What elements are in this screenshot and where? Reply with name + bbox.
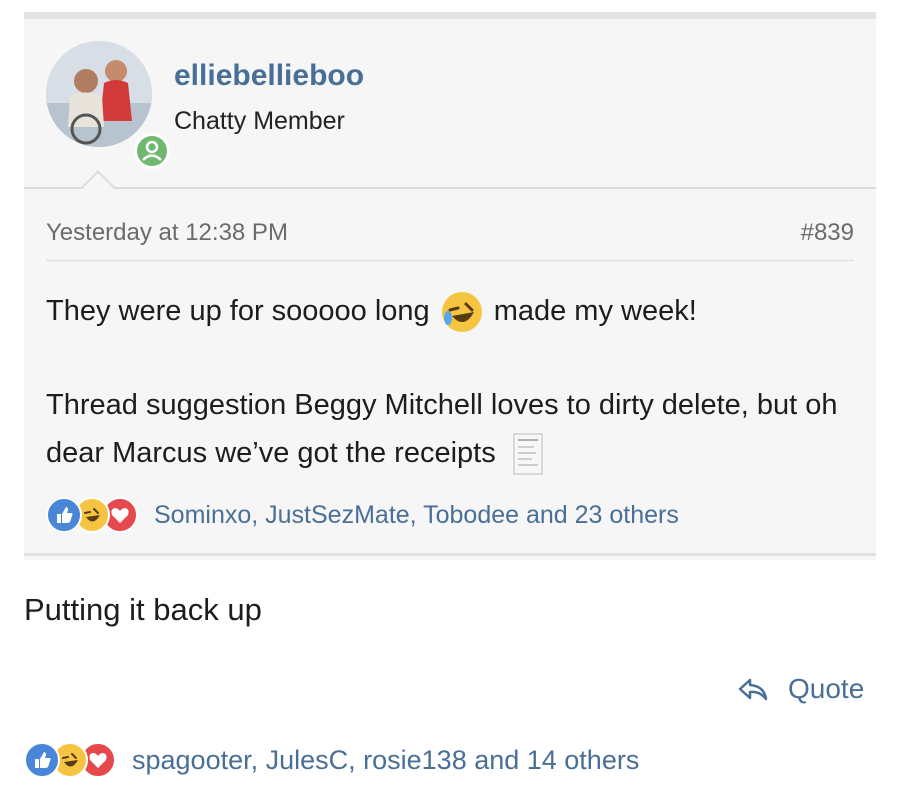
reaction-users-link[interactable]: spagooter, JulesC, rosie138 and 14 other… [132,745,639,776]
reaction-icons [24,742,122,778]
post-text: made my week! [493,295,697,327]
reply-arrow-icon [736,672,770,706]
receipt-emoji-icon [510,432,546,476]
avatar[interactable] [46,41,152,147]
username-link[interactable]: elliebellieboo [174,59,364,93]
avatar-container[interactable] [46,41,170,169]
reaction-icons [46,497,144,533]
post-timestamp-link[interactable]: Yesterday at 12:38 PM [46,219,288,247]
like-icon [46,497,82,533]
quoted-post-reactions[interactable]: Sominxo, JustSezMate, Tobodee and 23 oth… [46,497,679,533]
post-text: They were up for sooooo long [46,295,430,327]
quoted-post-header: elliebellieboo Chatty Member [24,19,876,189]
post-paragraph: They were up for sooooo long made my week… [46,287,854,335]
like-icon [24,742,60,778]
user-online-icon [134,133,170,169]
quoted-post-body: They were up for sooooo long made my week… [46,287,854,477]
quoted-post: elliebellieboo Chatty Member Yesterday a… [24,12,876,560]
quote-button-label: Quote [788,673,865,704]
user-title: Chatty Member [174,107,345,135]
post-text: Thread suggestion Beggy Mitchell loves t… [46,389,838,469]
tears-of-joy-emoji-icon [440,290,484,334]
reply-message: Putting it back up [24,592,262,627]
post-meta: Yesterday at 12:38 PM #839 [46,219,854,261]
avatar-photo-icon [46,41,152,147]
reply-reactions[interactable]: spagooter, JulesC, rosie138 and 14 other… [24,742,639,778]
quote-divider [24,553,876,556]
quote-button[interactable]: Quote [736,672,864,706]
post-paragraph: Thread suggestion Beggy Mitchell loves t… [46,381,854,477]
post-number-link[interactable]: #839 [801,219,854,247]
reaction-users-link[interactable]: Sominxo, JustSezMate, Tobodee and 23 oth… [154,501,679,530]
